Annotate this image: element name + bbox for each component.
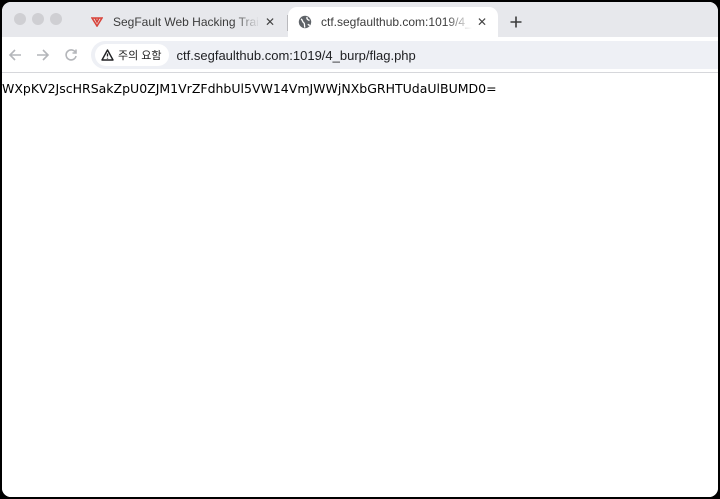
url-text[interactable]: ctf.segfaulthub.com:1019/4_burp/flag.php [177, 48, 416, 63]
tab-title: ctf.segfaulthub.com:1019/4_burp/flag.php [321, 15, 472, 29]
forward-arrow-icon [37, 49, 50, 61]
browser-toolbar: 주의 요함 ctf.segfaulthub.com:1019/4_burp/fl… [2, 37, 718, 72]
browser-window: SegFault Web Hacking Training ✕ ctf.segf… [2, 2, 718, 497]
tab-strip: SegFault Web Hacking Training ✕ ctf.segf… [2, 2, 718, 37]
back-arrow-icon [8, 49, 21, 61]
security-label: 주의 요함 [118, 50, 162, 62]
minimize-window-button[interactable] [32, 13, 44, 25]
reload-button[interactable] [61, 45, 81, 65]
security-indicator[interactable]: 주의 요함 [95, 44, 169, 66]
warning-icon [101, 49, 114, 61]
flag-encoded-text: WXpKV2JscHRSakZpU0ZJM1VrZFdhbUl5VW14VmJW… [2, 81, 497, 96]
tab-close-button[interactable]: ✕ [260, 15, 280, 29]
back-button[interactable] [5, 45, 25, 65]
segfault-favicon-icon [89, 14, 105, 30]
forward-button[interactable] [33, 45, 53, 65]
new-tab-button[interactable] [502, 11, 530, 33]
tab-flag-page[interactable]: ctf.segfaulthub.com:1019/4_burp/flag.php… [288, 7, 498, 37]
plus-icon [510, 16, 522, 28]
globe-icon [297, 14, 313, 30]
close-window-button[interactable] [14, 13, 26, 25]
tab-close-button[interactable]: ✕ [472, 15, 492, 29]
tab-segfault-training[interactable]: SegFault Web Hacking Training ✕ [80, 7, 286, 37]
page-content: WXpKV2JscHRSakZpU0ZJM1VrZFdhbUl5VW14VmJW… [2, 73, 718, 497]
tab-title: SegFault Web Hacking Training [113, 15, 260, 29]
address-bar[interactable]: 주의 요함 ctf.segfaulthub.com:1019/4_burp/fl… [91, 41, 718, 69]
reload-icon [65, 49, 77, 61]
zoom-window-button[interactable] [50, 13, 62, 25]
